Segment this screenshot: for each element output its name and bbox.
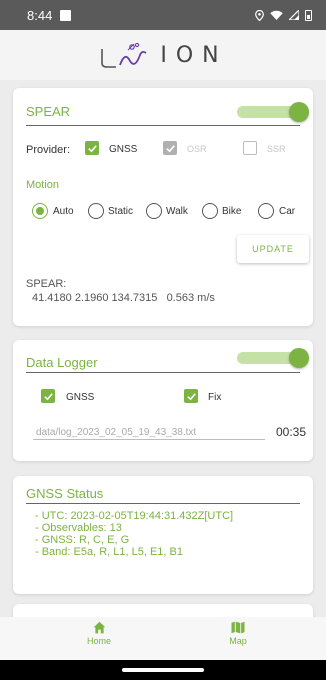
home-gesture-handle[interactable] [122, 668, 204, 672]
logger-gnss-label: GNSS [66, 392, 95, 403]
nav-home-label: Home [86, 636, 111, 646]
app-logo: ION [98, 41, 227, 69]
provider-ssr-checkbox[interactable] [243, 141, 257, 155]
spear-title: SPEAR [26, 104, 71, 119]
gnss-status-observables: - Observables: 13 [35, 522, 122, 534]
logo-text: ION [160, 42, 228, 68]
logger-title: Data Logger [26, 355, 98, 370]
provider-label: Provider: [26, 144, 71, 156]
signal-icon [289, 10, 299, 20]
motion-label: Motion [26, 179, 60, 191]
app-header: ION [0, 30, 326, 80]
bottom-nav: Home Map [0, 617, 326, 660]
map-icon [231, 621, 245, 634]
location-icon [255, 9, 264, 21]
motion-static-label: Static [108, 206, 134, 217]
check-icon [186, 392, 196, 400]
provider-osr-checkbox [163, 141, 177, 155]
logger-gnss-checkbox[interactable] [41, 389, 55, 403]
motion-walk-label: Walk [166, 206, 188, 217]
gnss-status-lines: - UTC: 2023-02-05T19:44:31.432Z[UTC] - O… [35, 510, 233, 558]
update-button[interactable]: UPDATE [237, 235, 309, 263]
check-icon [165, 144, 175, 152]
motion-bike-label: Bike [222, 206, 242, 217]
motion-walk-radio[interactable] [146, 203, 162, 219]
battery-icon [305, 9, 312, 21]
wifi-icon [270, 10, 283, 20]
gnss-status-title: GNSS Status [26, 486, 104, 501]
spear-toggle-thumb [289, 102, 309, 122]
motion-auto-radio[interactable] [32, 203, 48, 219]
provider-gnss-label: GNSS [109, 144, 138, 155]
spear-result-values: 41.4180 2.1960 134.7315 0.563 m/s [32, 292, 215, 304]
home-icon [93, 621, 105, 634]
motion-car-radio[interactable] [258, 203, 274, 219]
provider-osr-label: OSR [187, 144, 207, 154]
data-logger-card: Data Logger GNSS Fix data/log_2023_02_05… [13, 340, 313, 461]
spear-divider [26, 125, 300, 126]
check-icon [87, 144, 97, 152]
logger-toggle[interactable] [237, 348, 309, 368]
logger-toggle-thumb [289, 348, 309, 368]
nav-home[interactable]: Home [69, 621, 129, 646]
log-file-path: data/log_2023_02_05_19_43_38.txt [36, 427, 197, 438]
status-time: 8:44 [27, 7, 53, 23]
log-file-field[interactable]: data/log_2023_02_05_19_43_38.txt [33, 418, 265, 440]
nav-map[interactable]: Map [208, 621, 268, 646]
motion-bike-radio[interactable] [202, 203, 218, 219]
spear-card: SPEAR Provider: GNSS OSR SSR Motion Auto… [13, 88, 313, 326]
logger-fix-checkbox[interactable] [184, 389, 198, 403]
check-icon [43, 392, 53, 400]
logger-divider [26, 372, 300, 373]
nav-map-label: Map [229, 636, 247, 646]
gnss-status-bands: - Band: E5a, R, L1, L5, E1, B1 [35, 546, 183, 558]
status-bar: 8:44 [0, 0, 326, 30]
logger-fix-label: Fix [208, 392, 222, 403]
spear-result-label: SPEAR: [26, 278, 67, 290]
provider-gnss-checkbox[interactable] [85, 141, 99, 155]
motion-car-label: Car [279, 206, 296, 217]
provider-ssr-label: SSR [267, 144, 286, 154]
gnss-status-constellations: - GNSS: R, C, E, G [35, 534, 130, 546]
system-nav-bar [0, 660, 326, 680]
gnss-status-utc: - UTC: 2023-02-05T19:44:31.432Z[UTC] [35, 510, 234, 522]
logo-mark-icon [101, 42, 147, 68]
logger-elapsed-time: 00:35 [276, 425, 307, 439]
motion-static-radio[interactable] [88, 203, 104, 219]
spear-toggle[interactable] [237, 102, 309, 122]
gnss-status-divider [26, 503, 300, 504]
motion-auto-label: Auto [53, 206, 74, 217]
notification-icon [60, 9, 72, 21]
